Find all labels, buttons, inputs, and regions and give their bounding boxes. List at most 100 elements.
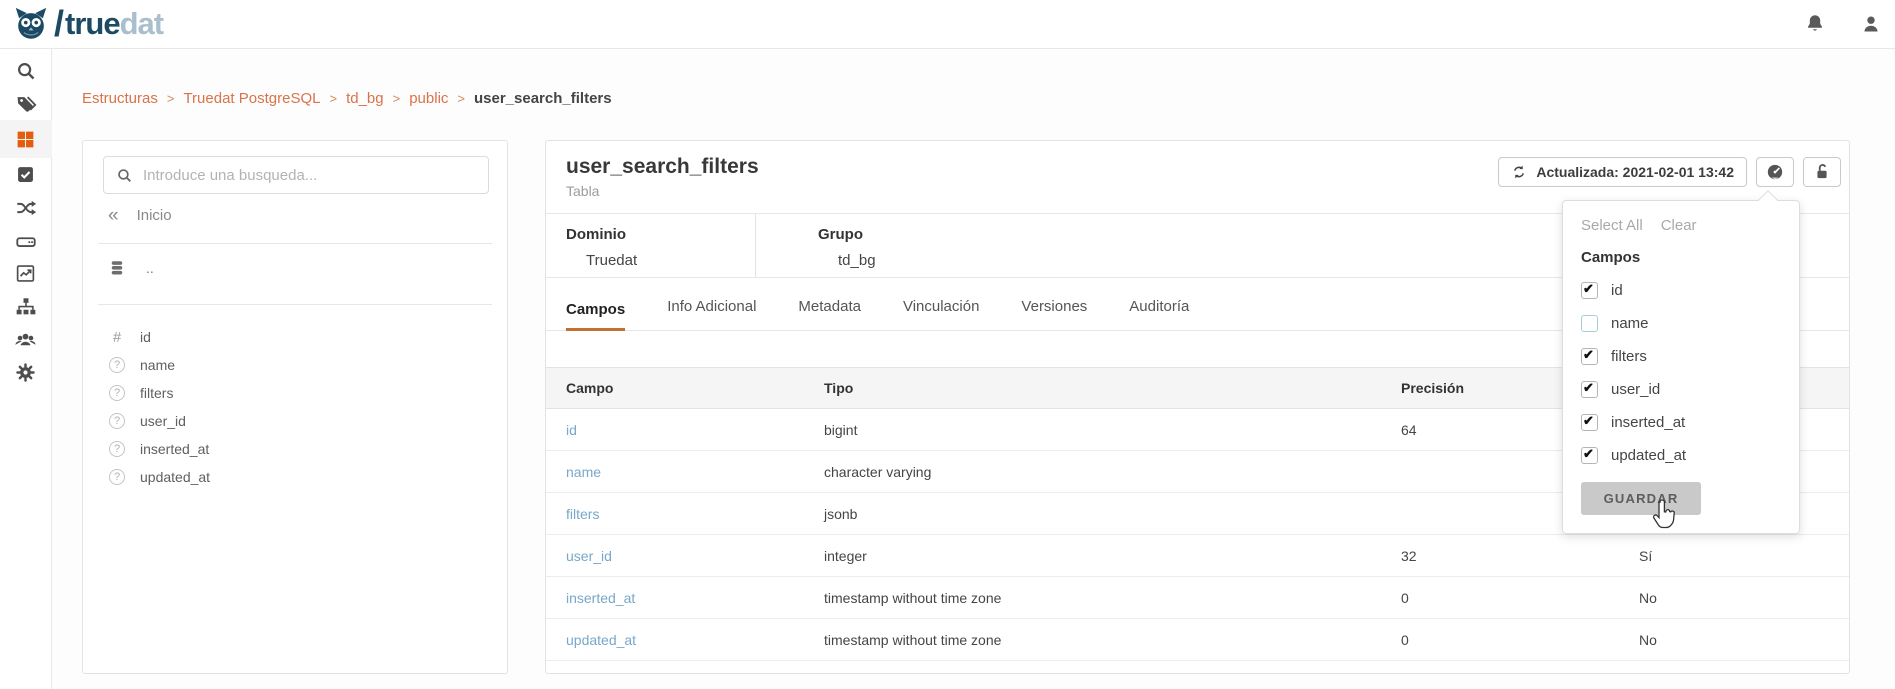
- field-label: updated_at: [140, 469, 210, 485]
- hash-icon: #: [113, 329, 121, 346]
- sidebar-item-settings[interactable]: [0, 356, 52, 389]
- detail-toolbar: Actualizada: 2021-02-01 13:42: [1498, 157, 1841, 187]
- field-link[interactable]: updated_at: [566, 632, 824, 648]
- explorer-search-box: [103, 156, 489, 194]
- gauge-icon: [1765, 162, 1785, 182]
- property-label: Grupo: [818, 226, 876, 243]
- double-chevron-left-icon: «: [108, 208, 119, 223]
- sidebar-item-domains[interactable]: [0, 290, 52, 323]
- field-link[interactable]: inserted_at: [566, 590, 824, 606]
- property-value: Truedat: [566, 252, 755, 269]
- list-item-field[interactable]: ? name: [108, 351, 210, 379]
- save-button[interactable]: GUARDAR: [1581, 482, 1701, 515]
- permissions-lock-button[interactable]: [1803, 157, 1841, 187]
- tab-auditoria[interactable]: Auditoría: [1129, 298, 1189, 331]
- columns-settings-button[interactable]: [1756, 157, 1794, 187]
- topbar-actions: [1803, 12, 1883, 36]
- tab-info-adicional[interactable]: Info Adicional: [667, 298, 756, 331]
- question-icon: ?: [109, 357, 125, 373]
- updated-label: Actualizada: 2021-02-01 13:42: [1536, 164, 1734, 180]
- field-type: bigint: [824, 422, 1401, 438]
- checkbox-updated-at[interactable]: [1581, 447, 1598, 464]
- checkbox-label: id: [1611, 282, 1623, 299]
- grid-icon: [15, 129, 36, 150]
- column-option: filters: [1581, 347, 1781, 365]
- popover-title: Campos: [1581, 249, 1781, 266]
- column-header: Tipo: [824, 380, 1401, 396]
- refresh-updated-button[interactable]: Actualizada: 2021-02-01 13:42: [1498, 157, 1747, 187]
- breadcrumb-link[interactable]: public: [409, 90, 448, 107]
- list-item-field[interactable]: ? user_id: [108, 407, 210, 435]
- column-header: Campo: [566, 380, 824, 396]
- list-item-field[interactable]: ? updated_at: [108, 463, 210, 491]
- field-link[interactable]: filters: [566, 506, 824, 522]
- checkbox-filters[interactable]: [1581, 348, 1598, 365]
- select-all-link[interactable]: Select All: [1581, 217, 1643, 234]
- field-precision: 0: [1401, 632, 1639, 648]
- field-label: id: [140, 329, 151, 345]
- field-type: jsonb: [824, 506, 1401, 522]
- sidebar-item-dashboards[interactable]: [0, 257, 52, 290]
- field-label: inserted_at: [140, 441, 209, 457]
- user-icon[interactable]: [1859, 12, 1883, 36]
- breadcrumb-separator: >: [393, 91, 401, 106]
- unlock-icon: [1812, 162, 1832, 182]
- breadcrumb-separator: >: [167, 91, 175, 106]
- users-icon: [14, 328, 37, 351]
- breadcrumb: Estructuras > Truedat PostgreSQL > td_bg…: [82, 90, 612, 107]
- bell-icon[interactable]: [1803, 12, 1827, 36]
- question-icon: ?: [109, 385, 125, 401]
- column-option: inserted_at: [1581, 413, 1781, 431]
- tab-versiones[interactable]: Versiones: [1021, 298, 1087, 331]
- explorer-back-home[interactable]: « Inicio: [108, 207, 172, 224]
- sidebar-item-glossary[interactable]: [0, 87, 52, 120]
- logo-slash: /: [54, 5, 64, 43]
- page-title: user_search_filters: [566, 155, 759, 179]
- breadcrumb-link[interactable]: Truedat PostgreSQL: [183, 90, 320, 107]
- breadcrumb-current: user_search_filters: [474, 90, 612, 107]
- search-input[interactable]: [143, 167, 476, 184]
- sidebar-item-quality[interactable]: [0, 158, 52, 191]
- sitemap-icon: [15, 296, 37, 318]
- table-row: inserted_at timestamp without time zone …: [546, 577, 1849, 619]
- sidebar-item-users[interactable]: [0, 323, 52, 356]
- tab-vinculacion[interactable]: Vinculación: [903, 298, 979, 331]
- checkbox-user-id[interactable]: [1581, 381, 1598, 398]
- field-type: timestamp without time zone: [824, 632, 1401, 648]
- field-link[interactable]: id: [566, 422, 824, 438]
- checkbox-inserted-at[interactable]: [1581, 414, 1598, 431]
- checkbox-label: user_id: [1611, 381, 1660, 398]
- owl-icon: [12, 5, 50, 43]
- field-label: user_id: [140, 413, 186, 429]
- list-item-field[interactable]: ? inserted_at: [108, 435, 210, 463]
- clear-link[interactable]: Clear: [1661, 217, 1697, 234]
- field-link[interactable]: user_id: [566, 548, 824, 564]
- breadcrumb-link[interactable]: td_bg: [346, 90, 384, 107]
- breadcrumb-link[interactable]: Estructuras: [82, 90, 158, 107]
- checkbox-label: filters: [1611, 348, 1647, 365]
- divider: [98, 304, 492, 305]
- checkbox-id[interactable]: [1581, 282, 1598, 299]
- field-link[interactable]: name: [566, 464, 824, 480]
- tab-metadata[interactable]: Metadata: [798, 298, 861, 331]
- truedat-logo[interactable]: / true dat: [12, 5, 163, 43]
- columns-popover: Select All Clear Campos id name filters …: [1562, 200, 1800, 534]
- sidebar-item-structures[interactable]: [0, 120, 52, 158]
- sidebar-item-systems[interactable]: [0, 224, 52, 257]
- field-nullable: No: [1639, 632, 1849, 648]
- list-item-field[interactable]: ? filters: [108, 379, 210, 407]
- column-option: name: [1581, 314, 1781, 332]
- shuffle-icon: [15, 197, 37, 219]
- logo-text-primary: true: [65, 5, 120, 43]
- sidebar-item-lineage[interactable]: [0, 191, 52, 224]
- explorer-parent-item[interactable]: ..: [108, 259, 154, 277]
- property-label: Dominio: [566, 226, 755, 243]
- list-item-field[interactable]: # id: [108, 323, 210, 351]
- column-option: user_id: [1581, 380, 1781, 398]
- tab-campos[interactable]: Campos: [566, 301, 625, 331]
- checkbox-name[interactable]: [1581, 315, 1598, 332]
- field-label: filters: [140, 385, 173, 401]
- divider: [98, 243, 492, 244]
- chart-line-icon: [15, 263, 36, 284]
- sidebar-item-search[interactable]: [0, 54, 52, 87]
